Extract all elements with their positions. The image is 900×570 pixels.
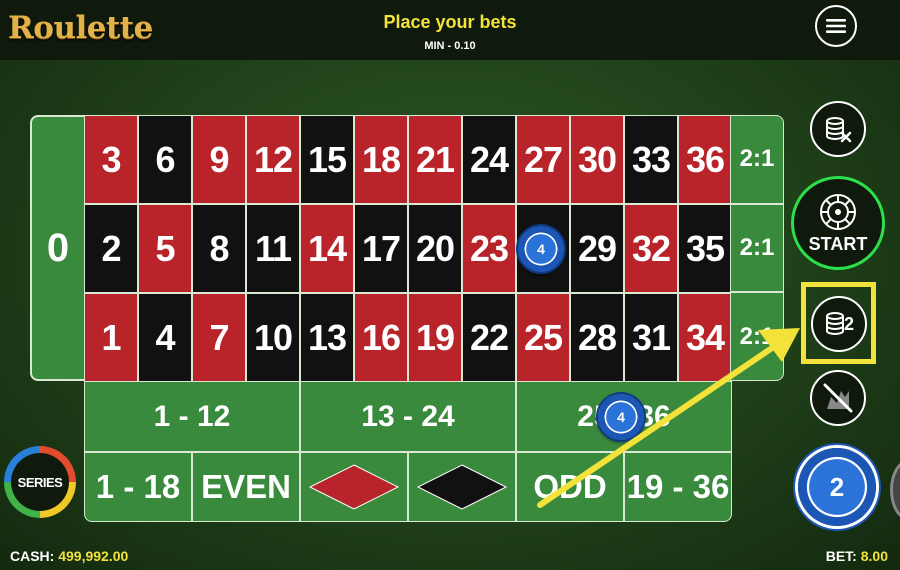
number-cell-6[interactable]: 6 [138,115,192,204]
double-button-highlight [801,282,876,364]
number-cell-16[interactable]: 16 [354,293,408,382]
number-cell-9[interactable]: 9 [192,115,246,204]
bet-1-18[interactable]: 1 - 18 [84,452,192,522]
column-bet-bottom[interactable]: 2:1 [730,292,784,382]
bet-display: BET: 8.00 [826,548,888,564]
roulette-wheel-icon [820,193,856,230]
selected-chip[interactable]: 2 [798,448,876,526]
number-cell-5[interactable]: 5 [138,204,192,293]
start-button[interactable]: START [791,176,885,270]
bet-black[interactable] [408,452,516,522]
number-cell-8[interactable]: 8 [192,204,246,293]
menu-button[interactable] [815,5,857,47]
number-cell-20[interactable]: 20 [408,204,462,293]
number-cell-13[interactable]: 13 [300,293,354,382]
column-bet-middle[interactable]: 2:1 [730,203,784,293]
dozen-13-24[interactable]: 13 - 24 [300,381,516,452]
number-grid: 3 2 1 6 5 4 9 8 7 12 11 10 15 14 13 18 17 16 21 20 19 24 23 22 2… [84,115,732,382]
clear-bets-icon [826,117,852,143]
number-cell-24[interactable]: 24 [462,115,516,204]
number-cell-7[interactable]: 7 [192,293,246,382]
min-bet-label: MIN - 0.10 [424,40,476,52]
bet-value: 8.00 [860,548,888,564]
number-cell-19[interactable]: 19 [408,293,462,382]
dozen-1-12[interactable]: 1 - 12 [84,381,300,452]
number-cell-4[interactable]: 4 [138,293,192,382]
cash-display: CASH: 499,992.00 [10,548,128,564]
cash-value: 499,992.00 [58,548,129,564]
number-cell-29[interactable]: 29 [570,204,624,293]
chip-on-25-36[interactable]: 4 [598,394,644,440]
bet-even[interactable]: EVEN [192,452,300,522]
column-bets: 2:1 2:1 2:1 [730,115,784,382]
start-label: START [808,233,868,254]
bet-red[interactable] [300,452,408,522]
number-cell-15[interactable]: 15 [300,115,354,204]
number-cell-27[interactable]: 27 [516,115,570,204]
number-cell-3[interactable]: 3 [84,115,138,204]
next-chip-edge[interactable] [890,460,900,520]
number-cell-34[interactable]: 34 [678,293,732,382]
column-bet-top[interactable]: 2:1 [730,115,784,204]
number-cell-1[interactable]: 1 [84,293,138,382]
bet-odd[interactable]: ODD [516,452,624,522]
chip-on-26[interactable]: 4 [518,226,564,272]
clear-bets-button[interactable] [810,101,866,157]
cash-label: CASH: [10,548,55,564]
hamburger-menu-icon [826,19,846,33]
number-cell-35[interactable]: 35 [678,204,732,293]
series-label: SERIES [11,453,69,511]
red-diamond-icon [308,464,400,510]
number-cell-10[interactable]: 10 [246,293,300,382]
series-button[interactable]: SERIES [4,446,76,518]
number-cell-18[interactable]: 18 [354,115,408,204]
number-cell-33[interactable]: 33 [624,115,678,204]
number-cell-28[interactable]: 28 [570,293,624,382]
number-cell-2[interactable]: 2 [84,204,138,293]
number-cell-32[interactable]: 32 [624,204,678,293]
number-cell-30[interactable]: 30 [570,115,624,204]
number-cell-14[interactable]: 14 [300,204,354,293]
number-cell-31[interactable]: 31 [624,293,678,382]
number-cell-12[interactable]: 12 [246,115,300,204]
zero-cell[interactable]: 0 [30,115,86,381]
number-cell-23[interactable]: 23 [462,204,516,293]
bet-19-36[interactable]: 19 - 36 [624,452,732,522]
black-diamond-icon [416,464,508,510]
number-cell-36[interactable]: 36 [678,115,732,204]
number-cell-22[interactable]: 22 [462,293,516,382]
number-cell-11[interactable]: 11 [246,204,300,293]
place-bets-title: Place your bets [383,12,517,32]
undo-icon [823,383,853,413]
number-cell-25[interactable]: 25 [516,293,570,382]
bet-label: BET: [825,548,857,564]
outside-bets: 1 - 18 EVEN ODD 19 - 36 [84,452,732,522]
undo-button[interactable] [810,370,866,426]
number-cell-21[interactable]: 21 [408,115,462,204]
number-cell-17[interactable]: 17 [354,204,408,293]
